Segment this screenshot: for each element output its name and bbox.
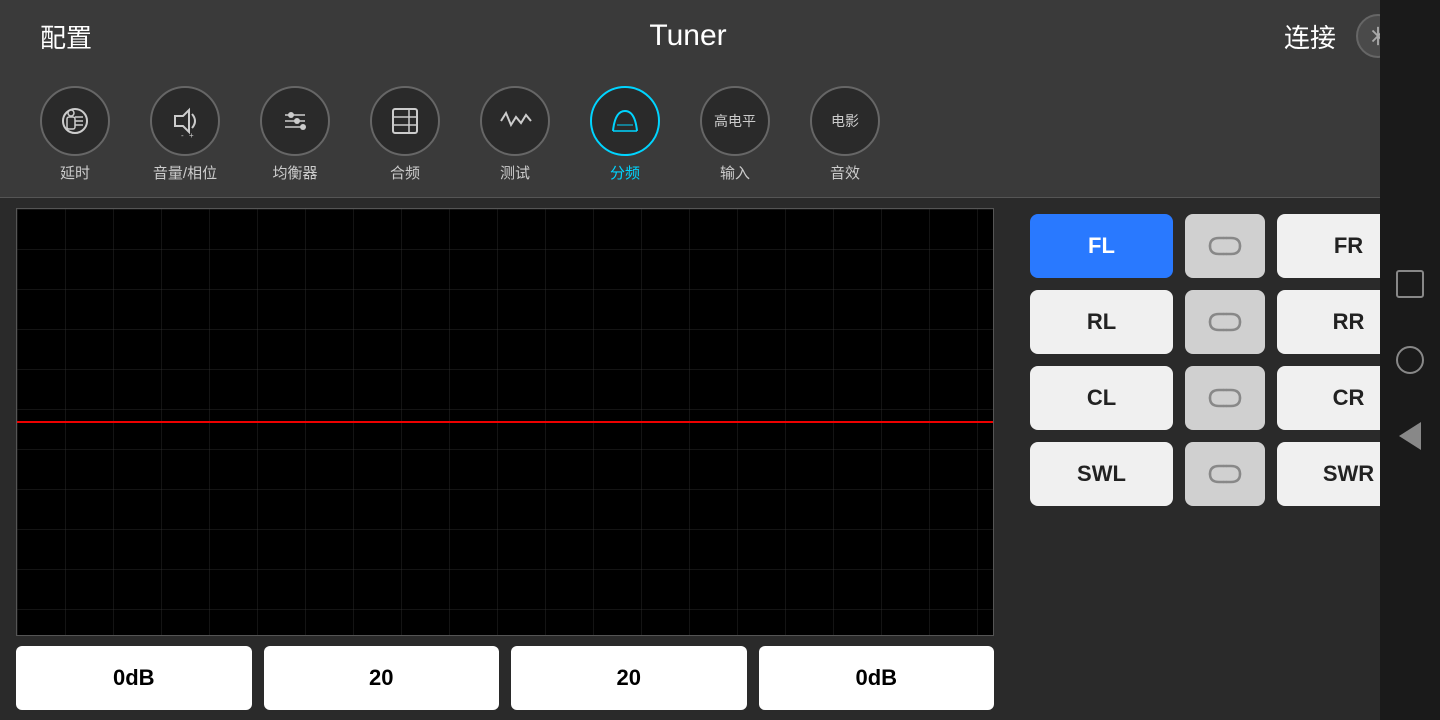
recent-apps-button[interactable] (1392, 266, 1428, 302)
ctrl-btn-3[interactable]: 20 (511, 646, 747, 710)
nav-bar: 延时 - + 音量/相位 均衡器 (0, 72, 1440, 198)
nav-item-volume[interactable]: - + 音量/相位 (130, 80, 240, 189)
bottom-controls: 0dB 20 20 0dB (16, 646, 994, 710)
channel-btn-swl[interactable]: SWL (1030, 442, 1173, 506)
nav-item-mix[interactable]: 合频 (350, 80, 460, 189)
chart-area: 0dB 20 20 0dB (0, 198, 1010, 720)
channel-btn-fl[interactable]: FL (1030, 214, 1173, 278)
nav-icon-movie: 电影 (810, 86, 880, 156)
header: 配置 Tuner 连接 (0, 0, 1440, 72)
svg-text:-: - (181, 131, 184, 139)
link-btn-rl-rr[interactable] (1185, 290, 1265, 354)
ctrl-btn-4[interactable]: 0dB (759, 646, 995, 710)
android-side-buttons (1380, 0, 1440, 720)
circle-icon (1396, 346, 1424, 374)
connect-label[interactable]: 连接 (1284, 18, 1336, 55)
link-btn-cl-cr[interactable] (1185, 366, 1265, 430)
square-icon (1396, 270, 1424, 298)
nav-icon-volume: - + (150, 86, 220, 156)
channel-row-swl-swr: SWL SWR (1030, 442, 1420, 506)
nav-icon-test (480, 86, 550, 156)
chart-baseline (17, 421, 993, 423)
nav-item-delay[interactable]: 延时 (20, 80, 130, 189)
link-btn-swl-swr[interactable] (1185, 442, 1265, 506)
nav-label-movie: 音效 (830, 162, 860, 183)
nav-item-input[interactable]: 高电平 输入 (680, 80, 790, 189)
nav-label-test: 测试 (500, 162, 530, 183)
channel-row-fl-fr: FL FR (1030, 214, 1420, 278)
link-btn-fl-fr[interactable] (1185, 214, 1265, 278)
back-button[interactable] (1392, 418, 1428, 454)
nav-item-eq[interactable]: 均衡器 (240, 80, 350, 189)
nav-icon-crossover (590, 86, 660, 156)
nav-icon-input: 高电平 (700, 86, 770, 156)
channel-row-cl-cr: CL CR (1030, 366, 1420, 430)
channel-btn-cl[interactable]: CL (1030, 366, 1173, 430)
nav-icon-mix (370, 86, 440, 156)
nav-icon-delay (40, 86, 110, 156)
frequency-chart[interactable] (16, 208, 994, 636)
nav-item-test[interactable]: 测试 (460, 80, 570, 189)
channel-row-rl-rr: RL RR (1030, 290, 1420, 354)
main-content: 0dB 20 20 0dB FL FR RL (0, 198, 1440, 720)
home-button[interactable] (1392, 342, 1428, 378)
channel-btn-rl[interactable]: RL (1030, 290, 1173, 354)
page-title: Tuner (649, 19, 726, 53)
nav-label-volume: 音量/相位 (153, 162, 217, 183)
nav-icon-eq (260, 86, 330, 156)
nav-icon-movie-text: 电影 (831, 111, 859, 131)
config-button[interactable]: 配置 (40, 18, 92, 55)
back-icon (1399, 422, 1421, 450)
channel-panel: FL FR RL (1010, 198, 1440, 720)
nav-item-crossover[interactable]: 分频 (570, 80, 680, 189)
nav-label-crossover: 分频 (610, 162, 640, 183)
nav-label-delay: 延时 (60, 162, 90, 183)
nav-label-eq: 均衡器 (272, 162, 317, 183)
nav-icon-input-text: 高电平 (714, 111, 756, 131)
nav-item-movie[interactable]: 电影 音效 (790, 80, 900, 189)
nav-label-mix: 合频 (390, 162, 420, 183)
ctrl-btn-1[interactable]: 0dB (16, 646, 252, 710)
ctrl-btn-2[interactable]: 20 (264, 646, 500, 710)
nav-label-input: 输入 (720, 162, 750, 183)
svg-text:+: + (189, 131, 194, 139)
